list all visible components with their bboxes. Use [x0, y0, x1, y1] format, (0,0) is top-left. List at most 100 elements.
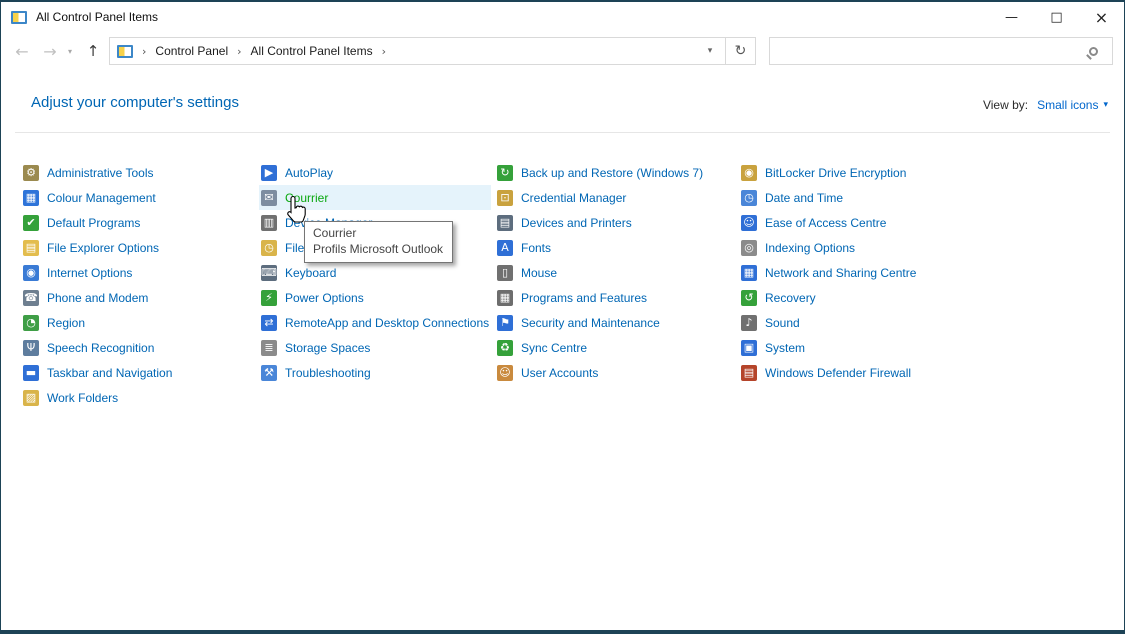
item-label: Fonts	[521, 241, 551, 255]
refresh-icon[interactable]: ↻	[725, 38, 755, 64]
mouse-icon: ▯	[497, 265, 513, 281]
system-icon: ▣	[741, 340, 757, 356]
search-box	[769, 37, 1113, 65]
navigation-toolbar: ← → ▾ ↑ › Control Panel › All Control Pa…	[1, 32, 1124, 70]
administrative-tools-icon: ⚙	[23, 165, 39, 181]
device-manager-icon: ▥	[261, 215, 277, 231]
control-panel-item-security-and-maintenance[interactable]: ⚑Security and Maintenance	[495, 310, 727, 335]
item-label: Windows Defender Firewall	[765, 366, 911, 380]
control-panel-item-colour-management[interactable]: ▦Colour Management	[21, 185, 253, 210]
credential-manager-icon: ⊡	[497, 190, 513, 206]
control-panel-item-remoteapp-desktop-connections[interactable]: ⇄RemoteApp and Desktop Connections	[259, 310, 491, 335]
breadcrumb-separator: ›	[237, 45, 241, 58]
control-panel-item-sound[interactable]: ♪Sound	[739, 310, 971, 335]
control-panel-item-storage-spaces[interactable]: ≣Storage Spaces	[259, 335, 491, 360]
control-panel-item-phone-and-modem[interactable]: ☎Phone and Modem	[21, 285, 253, 310]
item-label: Phone and Modem	[47, 291, 148, 305]
network-and-sharing-centre-icon: ▦	[741, 265, 757, 281]
keyboard-icon: ⌨	[261, 265, 277, 281]
address-bar[interactable]: › Control Panel › All Control Panel Item…	[109, 37, 756, 65]
control-panel-item-credential-manager[interactable]: ⊡ Credential Manager	[495, 185, 727, 210]
item-label: File Explorer Options	[47, 241, 159, 255]
default-programs-icon: ✔	[23, 215, 39, 231]
history-dropdown-icon[interactable]: ▾	[63, 32, 77, 70]
control-panel-item-sync-centre[interactable]: ♻Sync Centre	[495, 335, 727, 360]
items-column-2: ▶AutoPlay✉Courrier▥Device Manager◷File H…	[259, 160, 491, 385]
file-explorer-options-icon: ▤	[23, 240, 39, 256]
control-panel-icon	[11, 11, 27, 24]
courrier-mail-icon: ✉	[261, 190, 277, 206]
item-label: Back up and Restore (Windows 7)	[521, 166, 703, 180]
control-panel-item-keyboard[interactable]: ⌨ Keyboard	[259, 260, 491, 285]
item-label: Administrative Tools	[47, 166, 154, 180]
item-label: Power Options	[285, 291, 364, 305]
view-by-value: Small icons	[1037, 98, 1098, 112]
item-label: Ease of Access Centre	[765, 216, 886, 230]
item-label: Recovery	[765, 291, 816, 305]
close-button[interactable]: ×	[1079, 2, 1124, 32]
minimize-button[interactable]: —	[989, 2, 1034, 32]
window-title: All Control Panel Items	[36, 10, 158, 24]
control-panel-item-work-folders[interactable]: ▨Work Folders	[21, 385, 253, 410]
control-panel-item-recovery[interactable]: ↺Recovery	[739, 285, 971, 310]
forward-icon[interactable]: →	[37, 32, 63, 70]
devices-and-printers-icon: ▤	[497, 215, 513, 231]
control-panel-item-backup-and-restore[interactable]: ↻Back up and Restore (Windows 7)	[495, 160, 727, 185]
control-panel-item-programs-and-features[interactable]: ▦Programs and Features	[495, 285, 727, 310]
control-panel-item-internet-options[interactable]: ◉ Internet Options	[21, 260, 253, 285]
search-input[interactable]	[778, 39, 1089, 63]
control-panel-item-windows-defender-firewall[interactable]: ▤ Windows Defender Firewall	[739, 360, 971, 385]
breadcrumb: › Control Panel › All Control Panel Item…	[142, 44, 386, 58]
items-grid: ⚙Administrative Tools▦Colour Management✔…	[21, 160, 1124, 630]
control-panel-item-power-options[interactable]: ⚡Power Options	[259, 285, 491, 310]
control-panel-item-autoplay[interactable]: ▶AutoPlay	[259, 160, 491, 185]
control-panel-item-user-accounts[interactable]: ☺User Accounts	[495, 360, 727, 385]
item-label: Credential Manager	[521, 191, 626, 205]
programs-and-features-icon: ▦	[497, 290, 513, 306]
back-icon[interactable]: ←	[9, 32, 35, 70]
control-panel-item-mouse[interactable]: ▯ Mouse	[495, 260, 727, 285]
item-label: Mouse	[521, 266, 557, 280]
control-panel-item-taskbar-and-navigation[interactable]: ▬Taskbar and Navigation	[21, 360, 253, 385]
item-label: Keyboard	[285, 266, 336, 280]
item-label: System	[765, 341, 805, 355]
item-label: Security and Maintenance	[521, 316, 660, 330]
up-icon[interactable]: ↑	[81, 32, 105, 70]
breadcrumb-item-all-control-panel-items[interactable]: All Control Panel Items	[251, 44, 373, 58]
address-dropdown-icon[interactable]: ▾	[695, 38, 725, 64]
control-panel-item-speech-recognition[interactable]: ΨSpeech Recognition	[21, 335, 253, 360]
view-by-control: View by: Small icons ▾	[983, 98, 1108, 112]
control-panel-item-file-explorer-options[interactable]: ▤ File Explorer Options	[21, 235, 253, 260]
control-panel-window: All Control Panel Items — □ × ← → ▾ ↑ › …	[0, 0, 1125, 634]
control-panel-item-default-programs[interactable]: ✔Default Programs	[21, 210, 253, 235]
control-panel-item-fonts[interactable]: AFonts	[495, 235, 727, 260]
maximize-button[interactable]: □	[1034, 2, 1079, 32]
control-panel-item-indexing-options[interactable]: ◎Indexing Options	[739, 235, 971, 260]
windows-defender-firewall-icon: ▤	[741, 365, 757, 381]
address-control-panel-icon	[117, 45, 133, 58]
control-panel-item-date-and-time[interactable]: ◷Date and Time	[739, 185, 971, 210]
control-panel-item-devices-and-printers[interactable]: ▤ Devices and Printers	[495, 210, 727, 235]
items-column-4: ◉BitLocker Drive Encryption◷Date and Tim…	[739, 160, 971, 385]
autoplay-icon: ▶	[261, 165, 277, 181]
item-label: Region	[47, 316, 85, 330]
item-label: Devices and Printers	[521, 216, 632, 230]
user-accounts-icon: ☺	[497, 365, 513, 381]
internet-options-icon: ◉	[23, 265, 39, 281]
control-panel-item-administrative-tools[interactable]: ⚙ Administrative Tools	[21, 160, 253, 185]
control-panel-item-region[interactable]: ◔ Region	[21, 310, 253, 335]
region-icon: ◔	[23, 315, 39, 331]
page-title: Adjust your computer's settings	[31, 94, 239, 111]
control-panel-item-ease-of-access-centre[interactable]: ☺Ease of Access Centre	[739, 210, 971, 235]
hand-cursor	[285, 195, 309, 225]
item-label: Sync Centre	[521, 341, 587, 355]
item-label: Internet Options	[47, 266, 132, 280]
view-by-dropdown[interactable]: Small icons ▾	[1037, 98, 1108, 112]
control-panel-item-network-and-sharing-centre[interactable]: ▦Network and Sharing Centre	[739, 260, 971, 285]
control-panel-item-system[interactable]: ▣ System	[739, 335, 971, 360]
breadcrumb-item-control-panel[interactable]: Control Panel	[155, 44, 228, 58]
control-panel-item-troubleshooting[interactable]: ⚒Troubleshooting	[259, 360, 491, 385]
item-label: Indexing Options	[765, 241, 855, 255]
control-panel-item-bitlocker-drive-encryption[interactable]: ◉BitLocker Drive Encryption	[739, 160, 971, 185]
item-label: RemoteApp and Desktop Connections	[285, 316, 489, 330]
